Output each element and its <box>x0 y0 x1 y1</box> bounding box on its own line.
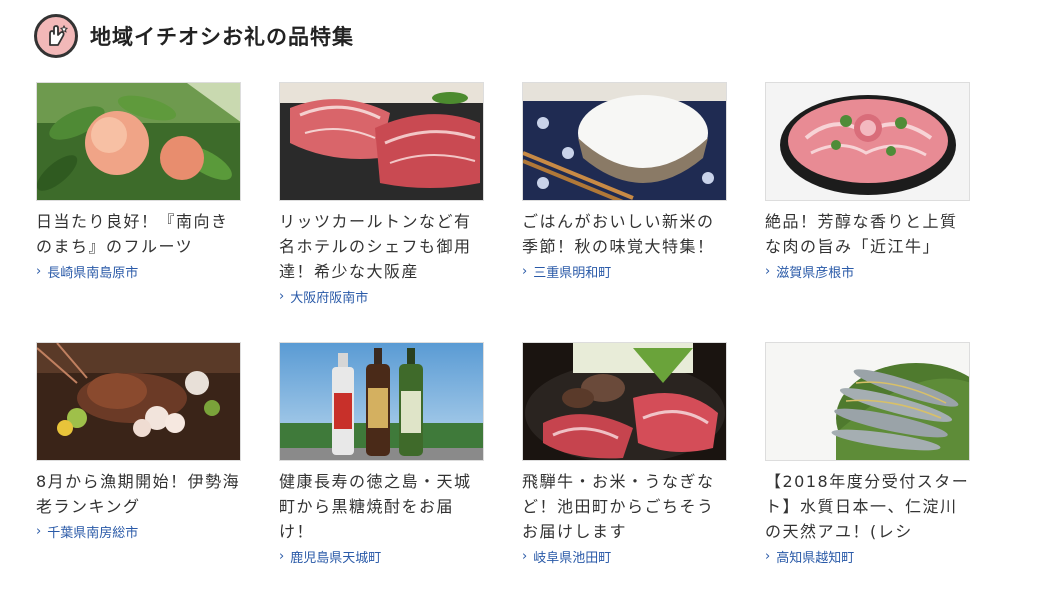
feature-card[interactable]: 飛騨牛・お米・うなぎなど！池田町からごちそうお届けします › 岐阜県池田町 <box>522 342 727 578</box>
lobster-photo[interactable] <box>36 342 241 461</box>
peach-photo[interactable] <box>36 82 241 201</box>
location-label: 滋賀県彦根市 <box>776 266 855 281</box>
feature-card[interactable]: ごはんがおいしい新米の季節！秋の味覚大特集！ › 三重県明和町 <box>522 82 727 318</box>
location-link[interactable]: › 長崎県南島原市 <box>36 262 241 281</box>
feature-card[interactable]: リッツカールトンなど有名ホテルのシェフも御用達！希少な大阪産 › 大阪府阪南市 <box>279 82 484 318</box>
shochu-bottles-photo[interactable] <box>279 342 484 461</box>
chevron-right-icon: › <box>522 264 528 279</box>
feature-card[interactable]: 【2018年度分受付スタート】水質日本一、仁淀川の天然アユ！(レシ › 高知県越知… <box>765 342 970 578</box>
location-label: 鹿児島県天城町 <box>290 551 382 566</box>
location-label: 大阪府阪南市 <box>290 291 369 306</box>
feature-card[interactable]: 日当たり良好！『南向きのまち』のフルーツ › 長崎県南島原市 <box>36 82 241 318</box>
chevron-right-icon: › <box>279 289 285 304</box>
feature-card[interactable]: 絶品！芳醇な香りと上質な肉の旨み「近江牛」 › 滋賀県彦根市 <box>765 82 970 318</box>
location-link[interactable]: › 大阪府阪南市 <box>279 287 484 306</box>
card-title: 日当たり良好！『南向きのまち』のフルーツ <box>36 212 229 256</box>
location-link[interactable]: › 鹿児島県天城町 <box>279 547 484 566</box>
card-title: 健康長寿の徳之島・天城町から黒糖焼酎をお届け！ <box>279 472 472 541</box>
feature-card[interactable]: 健康長寿の徳之島・天城町から黒糖焼酎をお届け！ › 鹿児島県天城町 <box>279 342 484 578</box>
card-title: ごはんがおいしい新米の季節！秋の味覚大特集！ <box>522 212 715 256</box>
card-title: リッツカールトンなど有名ホテルのシェフも御用達！希少な大阪産 <box>279 212 472 281</box>
location-link[interactable]: › 千葉県南房総市 <box>36 522 241 541</box>
feature-grid: 日当たり良好！『南向きのまち』のフルーツ › 長崎県南島原市 リッツカールトンなど… <box>36 82 970 578</box>
location-label: 三重県明和町 <box>533 266 612 281</box>
chevron-right-icon: › <box>36 264 42 279</box>
rice-bowl-photo[interactable] <box>522 82 727 201</box>
sukiyaki-photo[interactable] <box>522 342 727 461</box>
card-title: 絶品！芳醇な香りと上質な肉の旨み「近江牛」 <box>765 212 958 256</box>
location-link[interactable]: › 滋賀県彦根市 <box>765 262 970 281</box>
location-link[interactable]: › 岐阜県池田町 <box>522 547 727 566</box>
chevron-right-icon: › <box>36 524 42 539</box>
beef-steak-photo[interactable] <box>279 82 484 201</box>
card-title: 【2018年度分受付スタート】水質日本一、仁淀川の天然アユ！(レシ <box>765 472 970 541</box>
location-label: 高知県越知町 <box>776 551 855 566</box>
card-title: 8月から漁期開始！伊勢海老ランキング <box>36 472 241 516</box>
hand-heart-icon <box>34 14 78 58</box>
chevron-right-icon: › <box>765 549 771 564</box>
location-label: 長崎県南島原市 <box>47 266 139 281</box>
card-title: 飛騨牛・お米・うなぎなど！池田町からごちそうお届けします <box>522 472 715 541</box>
ayu-fish-photo[interactable] <box>765 342 970 461</box>
location-link[interactable]: › 三重県明和町 <box>522 262 727 281</box>
section-header: 地域イチオシお礼の品特集 <box>34 14 354 58</box>
location-label: 岐阜県池田町 <box>533 551 612 566</box>
chevron-right-icon: › <box>522 549 528 564</box>
location-link[interactable]: › 高知県越知町 <box>765 547 970 566</box>
location-label: 千葉県南房総市 <box>47 526 139 541</box>
chevron-right-icon: › <box>765 264 771 279</box>
page-title: 地域イチオシお礼の品特集 <box>90 25 354 49</box>
chevron-right-icon: › <box>279 549 285 564</box>
feature-card[interactable]: 8月から漁期開始！伊勢海老ランキング › 千葉県南房総市 <box>36 342 241 578</box>
sliced-beef-photo[interactable] <box>765 82 970 201</box>
